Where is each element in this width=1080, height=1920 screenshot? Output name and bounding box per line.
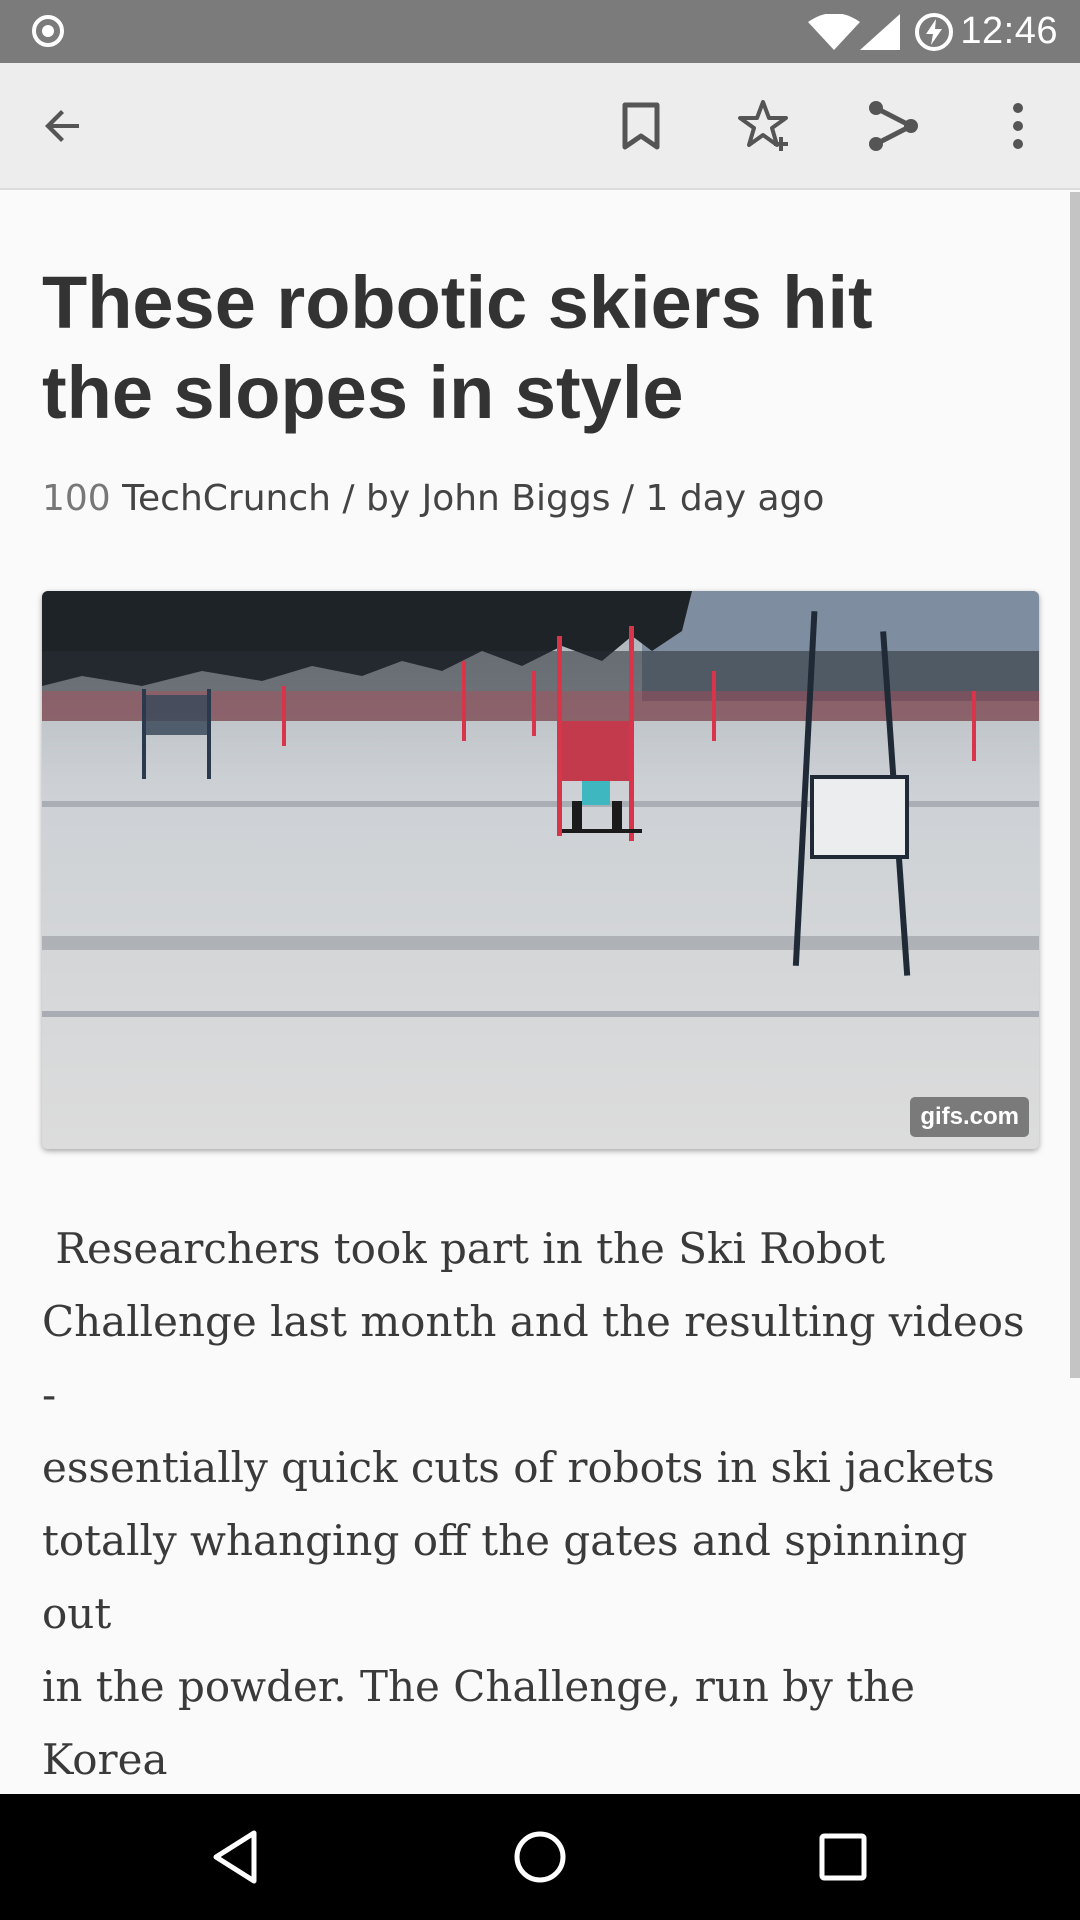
article-hero-image[interactable]: gifs.com	[42, 591, 1039, 1149]
battery-charging-icon	[914, 12, 954, 57]
scroll-indicator[interactable]	[1070, 192, 1080, 1378]
bookmark-button[interactable]	[608, 93, 674, 159]
status-clock: 12:46	[960, 10, 1058, 52]
notification-dot-icon	[32, 15, 64, 47]
star-add-icon	[738, 100, 788, 151]
more-vert-icon	[1013, 103, 1023, 149]
share-icon	[869, 101, 918, 151]
nav-home-icon	[514, 1831, 566, 1883]
arrow-back-icon	[45, 110, 79, 142]
gifs-watermark: gifs.com	[910, 1097, 1029, 1137]
system-home-button[interactable]	[505, 1822, 575, 1892]
nav-back-icon	[213, 1830, 257, 1884]
back-button[interactable]	[30, 93, 96, 159]
article-meta: 100 TechCrunch / by John Biggs / 1 day a…	[42, 478, 824, 519]
bookmark-icon	[622, 102, 660, 150]
status-bar: 12:46	[0, 0, 1080, 63]
system-back-button[interactable]	[200, 1822, 270, 1892]
article-count: 100	[42, 478, 111, 519]
wifi-icon	[808, 13, 860, 55]
article-source-byline: TechCrunch / by John Biggs / 1 day ago	[110, 478, 825, 519]
app-toolbar	[0, 63, 1080, 190]
share-button[interactable]	[860, 93, 926, 159]
article-title: These robotic skiers hit the slopes in s…	[42, 261, 873, 434]
more-options-button[interactable]	[985, 93, 1051, 159]
ski-slope-image	[42, 591, 1039, 1149]
nav-recents-icon	[819, 1833, 867, 1881]
cell-signal-icon	[860, 14, 900, 55]
system-nav-bar	[0, 1794, 1080, 1920]
system-recents-button[interactable]	[808, 1822, 878, 1892]
favorite-button[interactable]	[733, 93, 799, 159]
